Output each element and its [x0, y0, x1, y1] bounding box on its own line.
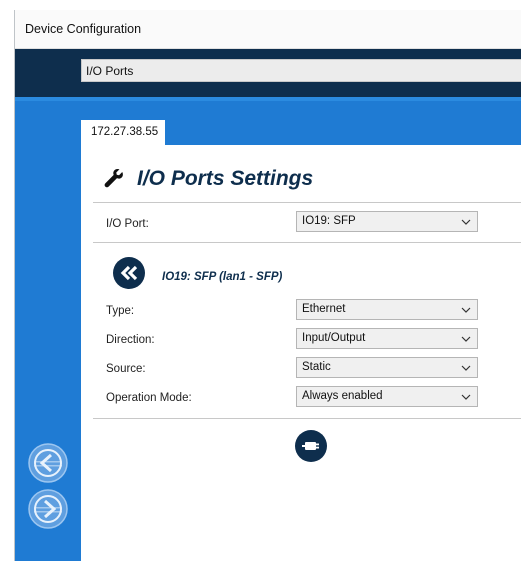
app-window: Device Configuration I/O Ports 172.27.38…: [14, 10, 521, 565]
tab-label: 172.27.38.55: [91, 126, 159, 138]
type-value: Ethernet: [302, 303, 346, 315]
divider: [93, 418, 521, 419]
chevron-down-icon: [461, 365, 471, 371]
content-area: 172.27.38.55 I/O Ports Settings I/O Port…: [15, 97, 521, 565]
chevron-down-icon: [461, 307, 471, 313]
port-detail-title: IO19: SFP (lan1 - SFP): [162, 271, 283, 283]
io-port-value: IO19: SFP: [302, 215, 356, 227]
direction-select[interactable]: Input/Output: [296, 328, 478, 349]
type-label: Type:: [106, 305, 135, 317]
page-title: I/O Ports Settings: [137, 167, 314, 190]
side-previous-button[interactable]: [28, 443, 68, 483]
type-select[interactable]: Ethernet: [296, 299, 478, 320]
circle-arrow-right-icon: [28, 489, 68, 529]
operation-mode-select[interactable]: Always enabled: [296, 386, 478, 407]
source-select[interactable]: Static: [296, 357, 478, 378]
divider: [93, 202, 521, 203]
source-label: Source:: [106, 363, 146, 375]
title-bar: Device Configuration: [15, 10, 521, 49]
plug-icon: [302, 442, 319, 450]
chevron-down-icon: [461, 394, 471, 400]
settings-panel: I/O Ports Settings I/O Port: IO19: SFP I…: [81, 145, 521, 565]
tab-device-ip[interactable]: 172.27.38.55: [81, 120, 165, 145]
io-port-label: I/O Port:: [106, 218, 149, 230]
io-port-select[interactable]: IO19: SFP: [296, 211, 478, 232]
direction-label: Direction:: [106, 334, 155, 346]
divider: [93, 242, 521, 243]
chevron-down-icon: [461, 219, 471, 225]
side-next-button[interactable]: [28, 489, 68, 529]
nav-path-field[interactable]: I/O Ports: [81, 59, 521, 82]
window-title: Device Configuration: [25, 22, 142, 36]
back-button[interactable]: [113, 257, 145, 289]
nav-path-text: I/O Ports: [86, 64, 134, 78]
chevron-down-icon: [461, 336, 471, 342]
direction-value: Input/Output: [302, 332, 366, 344]
circle-arrow-left-icon: [28, 443, 68, 483]
double-chevron-left-icon: [120, 265, 138, 281]
operation-mode-label: Operation Mode:: [106, 392, 192, 404]
navigation-bar: I/O Ports: [15, 49, 521, 97]
apply-button[interactable]: [295, 430, 327, 462]
wrench-icon: [104, 168, 123, 188]
source-value: Static: [302, 361, 331, 373]
operation-mode-value: Always enabled: [302, 390, 383, 402]
